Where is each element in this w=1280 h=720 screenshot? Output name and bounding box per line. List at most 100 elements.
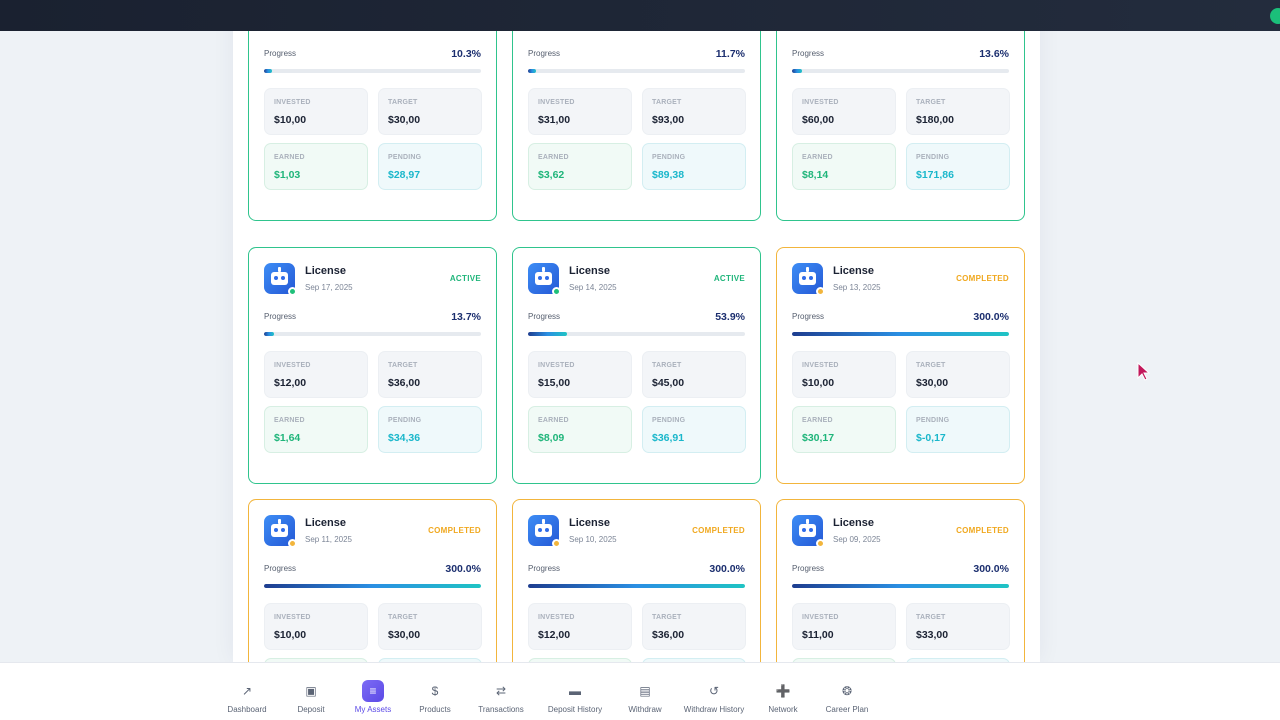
progress-value: 10.3% <box>451 48 481 60</box>
asset-card[interactable]: Sep 18, 2025 Progress 10.3% INVESTED $10… <box>248 0 497 221</box>
target-label: TARGET <box>652 99 682 106</box>
nav-item-network[interactable]: ➕ Network <box>746 663 820 720</box>
progress-value: 300.0% <box>973 563 1009 575</box>
invested-value: $10,00 <box>802 377 835 389</box>
nav-label: Withdraw History <box>683 705 745 714</box>
asset-card[interactable]: License Sep 17, 2025 ACTIVE Progress 13.… <box>248 247 497 484</box>
status-dot <box>288 539 297 548</box>
invested-label: INVESTED <box>274 99 311 106</box>
progress-fill <box>792 332 1009 336</box>
target-value: $36,00 <box>652 629 685 641</box>
progress-label: Progress <box>792 564 825 573</box>
card-title: License <box>833 517 874 529</box>
asset-card[interactable]: Sep 17, 2025 Progress 13.6% INVESTED $60… <box>776 0 1025 221</box>
pending-label: PENDING <box>652 417 686 424</box>
progress-value: 11.7% <box>715 48 745 60</box>
asset-card[interactable]: License Sep 09, 2025 COMPLETED Progress … <box>776 499 1025 662</box>
invested-box: INVESTED $60,00 <box>792 88 896 135</box>
progress-value: 13.7% <box>451 311 481 323</box>
earned-value: $30,17 <box>802 432 835 444</box>
nav-item-withdraw[interactable]: ▤ Withdraw <box>608 663 682 720</box>
invested-box: INVESTED $31,00 <box>528 88 632 135</box>
progress-bar <box>792 69 1009 73</box>
assets-panel: Sep 18, 2025 Progress 10.3% INVESTED $10… <box>233 0 1040 662</box>
earned-label: EARNED <box>538 154 569 161</box>
progress-label: Progress <box>528 564 561 573</box>
target-value: $45,00 <box>652 377 685 389</box>
target-box: TARGET $93,00 <box>642 88 746 135</box>
earned-label: EARNED <box>538 417 569 424</box>
target-label: TARGET <box>916 362 946 369</box>
earned-value: $1,03 <box>274 169 301 181</box>
layers-icon: ≡ <box>362 680 384 702</box>
status-dot <box>816 539 825 548</box>
invested-value: $12,00 <box>538 629 571 641</box>
target-value: $33,00 <box>916 629 949 641</box>
asset-card[interactable]: License Sep 11, 2025 COMPLETED Progress … <box>248 499 497 662</box>
progress-label: Progress <box>264 564 297 573</box>
notification-dot[interactable] <box>1270 8 1280 24</box>
earned-box: EARNED $8,09 <box>528 406 632 453</box>
status-dot <box>816 287 825 296</box>
invested-value: $31,00 <box>538 114 571 126</box>
user-plus-icon: ➕ <box>775 684 791 698</box>
nav-label: Products <box>419 705 451 714</box>
nav-item-dashboard[interactable]: ↗ Dashboard <box>210 663 284 720</box>
target-box: TARGET $36,00 <box>642 603 746 650</box>
target-label: TARGET <box>916 614 946 621</box>
progress-fill <box>264 332 274 336</box>
earned-label: EARNED <box>274 154 305 161</box>
nav-item-deposit-history[interactable]: ▬ Deposit History <box>538 663 612 720</box>
invested-label: INVESTED <box>274 614 311 621</box>
status-badge: COMPLETED <box>956 274 1009 283</box>
pending-value: $34,36 <box>388 432 421 444</box>
trophy-icon: ❂ <box>841 684 853 698</box>
invested-label: INVESTED <box>802 614 839 621</box>
progress-bar <box>792 584 1009 588</box>
pending-value: $-0,17 <box>916 432 946 444</box>
asset-card[interactable]: Sep 18, 2025 Progress 11.7% INVESTED $31… <box>512 0 761 221</box>
asset-card[interactable]: License Sep 14, 2025 ACTIVE Progress 53.… <box>512 247 761 484</box>
progress-fill <box>264 69 272 73</box>
pending-label: PENDING <box>916 154 950 161</box>
box-icon: ▣ <box>305 684 317 698</box>
invested-box: INVESTED $10,00 <box>264 603 368 650</box>
progress-value: 13.6% <box>979 48 1009 60</box>
progress-value: 300.0% <box>709 563 745 575</box>
progress-bar <box>264 332 481 336</box>
nav-item-career-plan[interactable]: ❂ Career Plan <box>810 663 884 720</box>
asset-card[interactable]: License Sep 13, 2025 COMPLETED Progress … <box>776 247 1025 484</box>
status-badge: ACTIVE <box>713 274 745 283</box>
nav-item-withdraw-history[interactable]: ↺ Withdraw History <box>677 663 751 720</box>
nav-item-transactions[interactable]: ⇄ Transactions <box>464 663 538 720</box>
earned-label: EARNED <box>802 417 833 424</box>
nav-label: Dashboard <box>227 705 267 714</box>
invested-value: $11,00 <box>802 629 834 641</box>
pending-label: PENDING <box>652 154 686 161</box>
top-bar <box>0 0 1280 31</box>
card-date: Sep 14, 2025 <box>569 283 617 292</box>
status-dot <box>552 539 561 548</box>
card-date: Sep 10, 2025 <box>569 535 617 544</box>
nav-item-products[interactable]: $ Products <box>398 663 472 720</box>
target-label: TARGET <box>916 99 946 106</box>
progress-fill <box>528 69 537 73</box>
target-value: $93,00 <box>652 114 685 126</box>
progress-value: 300.0% <box>973 311 1009 323</box>
earned-value: $8,09 <box>538 432 565 444</box>
asset-card[interactable]: License Sep 10, 2025 COMPLETED Progress … <box>512 499 761 662</box>
status-dot <box>552 287 561 296</box>
pending-value: $36,91 <box>652 432 685 444</box>
status-dot <box>288 287 297 296</box>
pending-box: PENDING $89,38 <box>642 143 746 190</box>
robot-icon <box>264 263 297 296</box>
progress-bar <box>264 69 481 73</box>
pending-label: PENDING <box>388 154 422 161</box>
earned-box: EARNED $1,64 <box>264 406 368 453</box>
earned-box: EARNED $3,62 <box>528 143 632 190</box>
pending-box: PENDING $171,86 <box>906 143 1010 190</box>
target-box: TARGET $45,00 <box>642 351 746 398</box>
target-label: TARGET <box>388 614 418 621</box>
progress-bar <box>792 332 1009 336</box>
earned-label: EARNED <box>802 154 833 161</box>
